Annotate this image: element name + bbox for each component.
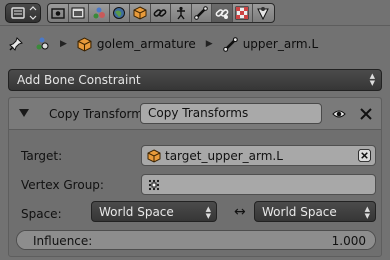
- object-icon: [133, 6, 147, 20]
- object-data-armature-icon: [176, 6, 185, 20]
- tab-object[interactable]: [130, 4, 151, 22]
- pin-icon[interactable]: [8, 36, 24, 52]
- object-constraints-icon: [153, 9, 167, 17]
- influence-slider[interactable]: Influence: 1.000: [16, 230, 376, 250]
- render-icon: [51, 8, 65, 19]
- object-icon: [147, 148, 161, 163]
- breadcrumb-bone-name: upper_arm.L: [242, 37, 319, 51]
- tab-object-constraints[interactable]: [151, 4, 171, 22]
- target-space-value: World Space: [262, 204, 337, 219]
- tab-armature-data[interactable]: [171, 4, 192, 22]
- constraint-header[interactable]: Copy Transforms Copy Transforms: [9, 98, 381, 130]
- vertex-group-field[interactable]: [141, 174, 376, 195]
- physics-icon: [257, 7, 270, 20]
- clear-target-icon[interactable]: [358, 149, 371, 162]
- tab-bone[interactable]: [192, 4, 212, 22]
- world-icon: [113, 7, 126, 19]
- delete-constraint-icon[interactable]: [359, 107, 373, 121]
- tab-render[interactable]: [48, 4, 69, 22]
- owner-space-select[interactable]: World Space ▲ ▼: [91, 201, 217, 222]
- swap-arrows-icon: ↔: [234, 204, 246, 220]
- target-value: target_upper_arm.L: [165, 148, 283, 163]
- visibility-eye-icon[interactable]: [332, 107, 346, 121]
- context-tabs: [47, 3, 275, 23]
- add-bone-constraint-label: Add Bone Constraint: [17, 73, 141, 87]
- vertex-group-icon: [148, 179, 160, 190]
- editor-type-button[interactable]: [5, 3, 41, 23]
- dropdown-arrows-icon: ▲ ▼: [205, 205, 211, 220]
- bone-icon: [223, 36, 239, 52]
- collapse-triangle-icon[interactable]: [19, 109, 29, 117]
- space-label: Space:: [21, 207, 62, 221]
- constraint-type-label: Copy Transforms: [49, 107, 150, 121]
- tab-physics[interactable]: [253, 4, 274, 22]
- properties-header: [0, 0, 390, 26]
- object-icon: [77, 36, 93, 52]
- render-layers-icon: [71, 7, 85, 19]
- properties-editor-icon: [11, 6, 37, 20]
- vertex-group-label: Vertex Group:: [21, 178, 104, 192]
- armature-scene-icon: [34, 36, 50, 52]
- texture-icon: [235, 6, 249, 20]
- context-breadcrumb: ▶ golem_armature ▶ upper_arm.L: [8, 34, 383, 54]
- tab-scene[interactable]: [89, 4, 110, 22]
- bone-icon: [194, 6, 209, 20]
- owner-space-value: World Space: [99, 204, 174, 219]
- constraint-name-field[interactable]: Copy Transforms: [140, 103, 322, 124]
- dropdown-arrows-icon: ▲ ▼: [369, 72, 375, 87]
- add-bone-constraint-menu[interactable]: Add Bone Constraint ▲ ▼: [8, 69, 382, 91]
- scene-icon: [93, 7, 105, 19]
- influence-value: 1.000: [331, 234, 366, 248]
- breadcrumb-object-name: golem_armature: [96, 37, 196, 51]
- breadcrumb-arrow-icon: ▶: [60, 39, 67, 49]
- target-label: Target:: [21, 149, 63, 163]
- dropdown-arrows-icon: ▲ ▼: [364, 205, 370, 220]
- tab-render-layers[interactable]: [69, 4, 89, 22]
- target-space-select[interactable]: World Space ▲ ▼: [254, 201, 376, 222]
- tab-texture[interactable]: [233, 4, 253, 22]
- tab-world[interactable]: [110, 4, 130, 22]
- target-field[interactable]: target_upper_arm.L: [141, 145, 376, 166]
- tab-bone-constraints[interactable]: [212, 4, 233, 22]
- bone-constraints-icon: [215, 9, 229, 19]
- breadcrumb-arrow-icon: ▶: [205, 39, 213, 49]
- influence-label: Influence:: [33, 234, 93, 248]
- copy-transforms-constraint-panel: Copy Transforms Copy Transforms Target: …: [8, 97, 382, 257]
